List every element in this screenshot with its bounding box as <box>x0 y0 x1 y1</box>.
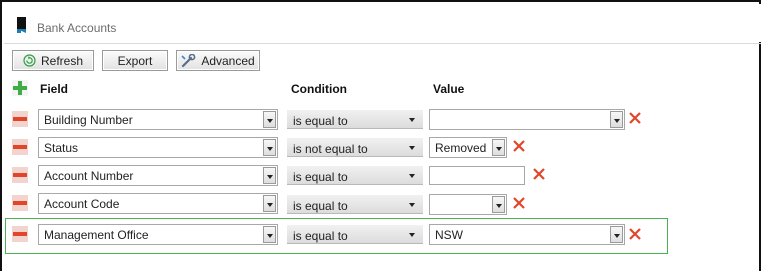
export-label: Export <box>117 53 153 68</box>
field-select[interactable]: Building Number <box>38 109 278 130</box>
condition-select[interactable]: is equal to <box>287 166 423 185</box>
remove-filter-button[interactable] <box>12 195 28 211</box>
value-select-value: NSW <box>435 228 463 242</box>
field-select-value: Status <box>44 141 79 155</box>
remove-filter-button[interactable] <box>12 139 28 155</box>
minus-icon <box>12 111 28 127</box>
condition-select[interactable]: is not equal to <box>287 138 423 157</box>
value-select[interactable]: Removed <box>429 137 507 158</box>
chevron-down-icon <box>409 118 415 122</box>
field-select[interactable]: Account Number <box>38 165 278 186</box>
chevron-down-icon[interactable] <box>610 111 623 128</box>
value-column-header: Value <box>433 82 465 96</box>
value-input[interactable] <box>429 166 525 185</box>
chevron-down-icon[interactable] <box>610 226 623 243</box>
condition-select-value: is equal to <box>293 114 348 128</box>
value-select-value: Removed <box>435 141 487 155</box>
window-title: Bank Accounts <box>37 21 117 35</box>
minus-icon <box>12 226 28 242</box>
refresh-button[interactable]: Refresh <box>12 50 94 71</box>
add-filter-button[interactable] <box>12 80 28 96</box>
chevron-down-icon <box>409 203 415 207</box>
value-select[interactable] <box>429 109 625 130</box>
title-bar: Bank Accounts <box>4 4 761 42</box>
clear-value-button[interactable] <box>629 112 641 124</box>
remove-filter-button[interactable] <box>12 111 28 127</box>
close-icon <box>513 140 525 152</box>
field-select-value: Account Code <box>44 197 120 211</box>
chevron-down-icon <box>409 174 415 178</box>
minus-icon <box>12 195 28 211</box>
minus-icon <box>12 139 28 155</box>
condition-select[interactable]: is equal to <box>287 195 423 214</box>
export-button[interactable]: Export <box>102 50 168 71</box>
field-select[interactable]: Status <box>38 137 278 158</box>
chevron-down-icon[interactable] <box>492 139 505 156</box>
field-select[interactable]: Account Code <box>38 193 278 214</box>
chevron-down-icon <box>409 146 415 150</box>
chevron-down-icon[interactable] <box>263 139 276 156</box>
chevron-down-icon[interactable] <box>492 196 505 213</box>
bank-accounts-icon <box>17 17 26 33</box>
chevron-down-icon <box>409 233 415 237</box>
value-select[interactable]: NSW <box>429 224 625 245</box>
remove-filter-button[interactable] <box>12 226 28 242</box>
condition-column-header: Condition <box>291 82 347 96</box>
chevron-down-icon[interactable] <box>263 167 276 184</box>
advanced-button[interactable]: Advanced <box>176 50 260 71</box>
condition-select-value: is equal to <box>293 199 348 213</box>
refresh-icon <box>23 54 36 67</box>
clear-value-button[interactable] <box>513 197 525 209</box>
advanced-label: Advanced <box>201 53 255 68</box>
chevron-down-icon[interactable] <box>263 226 276 243</box>
condition-select-value: is equal to <box>293 229 348 243</box>
field-select-value: Account Number <box>44 169 134 183</box>
wrench-icon <box>181 53 196 68</box>
field-select-value: Building Number <box>44 113 133 127</box>
field-select-value: Management Office <box>44 228 149 242</box>
value-select[interactable] <box>429 194 507 215</box>
remove-filter-button[interactable] <box>12 167 28 183</box>
condition-select[interactable]: is equal to <box>287 110 423 129</box>
toolbar-divider <box>4 43 761 44</box>
field-column-header: Field <box>40 82 69 96</box>
chevron-down-icon[interactable] <box>263 195 276 212</box>
refresh-label: Refresh <box>40 53 84 68</box>
chevron-down-icon[interactable] <box>263 111 276 128</box>
clear-value-button[interactable] <box>513 140 525 152</box>
minus-icon <box>12 167 28 183</box>
close-icon <box>513 197 525 209</box>
condition-select-value: is equal to <box>293 170 348 184</box>
close-icon <box>629 228 641 240</box>
clear-value-button[interactable] <box>629 228 641 240</box>
close-icon <box>629 112 641 124</box>
close-icon <box>533 168 545 180</box>
condition-select-value: is not equal to <box>293 142 368 156</box>
condition-select[interactable]: is equal to <box>287 225 423 244</box>
field-select[interactable]: Management Office <box>38 224 278 245</box>
clear-value-button[interactable] <box>533 168 545 180</box>
plus-icon <box>12 80 28 96</box>
